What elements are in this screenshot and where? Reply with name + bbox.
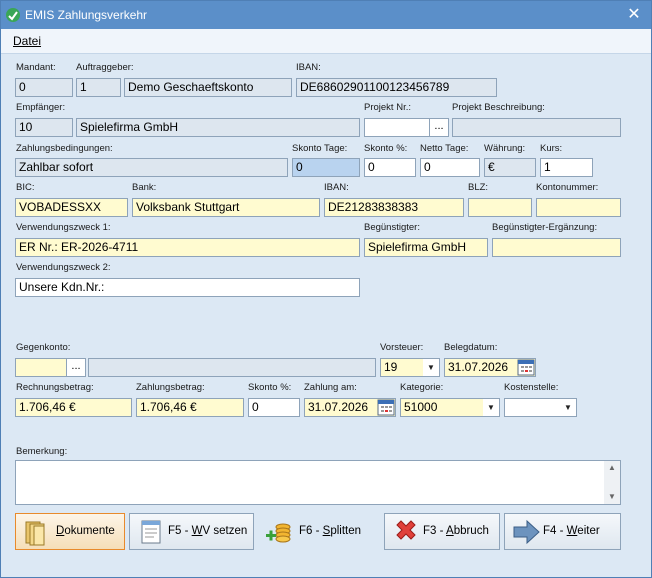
label-iban-empfaenger: IBAN: (324, 182, 349, 193)
abbruch-label: F3 - Abbruch (423, 525, 489, 537)
bank-field[interactable]: Volksbank Stuttgart (132, 198, 320, 217)
zahlung-am-calendar-icon[interactable] (377, 399, 395, 416)
rechnungsbetrag-field[interactable]: 1.706,46 € (15, 398, 132, 417)
label-kurs: Kurs: (540, 143, 563, 154)
splitten-label: F6 - Splitten (299, 525, 361, 537)
belegdatum-calendar-icon[interactable] (517, 359, 535, 376)
bemerkung-textarea[interactable]: ▲ ▼ (15, 460, 621, 505)
bemerkung-scrollbar[interactable]: ▲ ▼ (604, 461, 620, 504)
netto-tage-field[interactable]: 0 (420, 158, 480, 177)
empfaenger-iban-field[interactable]: DE21283838383 (324, 198, 464, 217)
weiter-button[interactable]: F4 - Weiter (504, 513, 621, 550)
label-mandant: Mandant: (16, 62, 56, 73)
gegenkonto-lookup-button[interactable]: ... (66, 358, 86, 377)
label-empfaenger: Empfänger: (16, 102, 66, 113)
empfaenger-nr-field[interactable]: 10 (15, 118, 73, 137)
scroll-down-icon[interactable]: ▼ (604, 490, 620, 504)
coins-icon (266, 523, 291, 543)
weiter-label: F4 - Weiter (543, 525, 600, 537)
label-kontonummer: Kontonummer: (536, 182, 599, 193)
scroll-up-icon[interactable]: ▲ (604, 461, 620, 475)
waehrung-field[interactable]: € (484, 158, 536, 177)
menu-bar: Datei (1, 29, 651, 54)
label-projekt-nr: Projekt Nr.: (364, 102, 411, 113)
label-blz: BLZ: (468, 182, 489, 193)
projekt-beschreibung-field[interactable] (452, 118, 621, 137)
label-netto-tage: Netto Tage: (420, 143, 469, 154)
label-beguenstigter: Begünstigter: (364, 222, 420, 233)
label-zahlung-am: Zahlung am: (304, 382, 357, 393)
title-bar: EMIS Zahlungsverkehr ✕ (1, 1, 651, 29)
label-skonto-prozent: Skonto %: (364, 143, 408, 154)
label-verwendungszweck-1: Verwendungszweck 1: (16, 222, 111, 233)
label-kategorie: Kategorie: (400, 382, 444, 393)
main-window: EMIS Zahlungsverkehr ✕ Datei Mandant: Au… (0, 0, 652, 578)
empfaenger-name-field[interactable]: Spielefirma GmbH (76, 118, 360, 137)
label-skonto-prozent-2: Skonto %: (248, 382, 292, 393)
skonto-prozent-2-field[interactable]: 0 (248, 398, 300, 417)
wv-setzen-button[interactable]: F5 - WV setzen (129, 513, 254, 550)
blz-field[interactable] (468, 198, 532, 217)
label-bank: Bank: (132, 182, 157, 193)
projekt-nr-field[interactable] (364, 118, 430, 137)
label-gegenkonto: Gegenkonto: (16, 342, 71, 353)
kategorie-dropdown-icon[interactable]: ▼ (483, 399, 499, 416)
window-title: EMIS Zahlungsverkehr (25, 8, 148, 22)
zahlungsbedingungen-field[interactable]: Zahlbar sofort (15, 158, 288, 177)
label-beguenstigter-ergaenzung: Begünstigter-Ergänzung: (492, 222, 598, 233)
label-verwendungszweck-2: Verwendungszweck 2: (16, 262, 111, 273)
gegenkonto-name-field[interactable] (88, 358, 376, 377)
label-rechnungsbetrag: Rechnungsbetrag: (16, 382, 94, 393)
menu-datei[interactable]: Datei (13, 34, 41, 48)
arrow-right-icon (513, 519, 540, 545)
dokumente-label: Dokumente (56, 525, 115, 537)
wv-setzen-label: F5 - WV setzen (168, 525, 248, 537)
beguenstigter-ergaenzung-field[interactable] (492, 238, 621, 257)
app-icon (6, 8, 20, 22)
gegenkonto-nr-field[interactable] (15, 358, 67, 377)
abbruch-button[interactable]: F3 - Abbruch (384, 513, 500, 550)
label-skonto-tage: Skonto Tage: (292, 143, 348, 154)
dokumente-button[interactable]: Dokumente (15, 513, 125, 550)
vorsteuer-dropdown-icon[interactable]: ▼ (423, 359, 439, 376)
label-bic: BIC: (16, 182, 35, 193)
red-x-icon (396, 520, 416, 540)
kontonummer-field[interactable] (536, 198, 621, 217)
splitten-button[interactable]: F6 - Splitten (258, 513, 380, 550)
beguenstigter-field[interactable]: Spielefirma GmbH (364, 238, 488, 257)
auftraggeber-nr-field[interactable]: 1 (76, 78, 121, 97)
projekt-lookup-button[interactable]: ... (429, 118, 449, 137)
close-icon[interactable]: ✕ (623, 4, 645, 26)
skonto-prozent-field[interactable]: 0 (364, 158, 416, 177)
verwendungszweck-2-field[interactable]: Unsere Kdn.Nr.: (15, 278, 360, 297)
auftraggeber-name-field[interactable]: Demo Geschaeftskonto (124, 78, 292, 97)
label-belegdatum: Belegdatum: (444, 342, 498, 353)
kostenstelle-dropdown-icon[interactable]: ▼ (560, 399, 576, 416)
label-zahlungsbedingungen: Zahlungsbedingungen: (16, 143, 113, 154)
label-auftraggeber: Auftraggeber: (76, 62, 134, 73)
bic-field[interactable]: VOBADESSXX (15, 198, 128, 217)
calendar-note-icon (141, 520, 161, 544)
label-projekt-beschreibung: Projekt Beschreibung: (452, 102, 545, 113)
label-iban-auftraggeber: IBAN: (296, 62, 321, 73)
label-waehrung: Währung: (484, 143, 526, 154)
verwendungszweck-1-field[interactable]: ER Nr.: ER-2026-4711 (15, 238, 360, 257)
mandant-field[interactable]: 0 (15, 78, 73, 97)
label-bemerkung: Bemerkung: (16, 446, 68, 457)
label-vorsteuer: Vorsteuer: (380, 342, 424, 353)
folder-icon (25, 521, 45, 546)
kurs-field[interactable]: 1 (540, 158, 593, 177)
label-kostenstelle: Kostenstelle: (504, 382, 559, 393)
skonto-tage-field[interactable]: 0 (292, 158, 360, 177)
auftraggeber-iban-field[interactable]: DE68602901100123456789 (296, 78, 497, 97)
zahlungsbetrag-field[interactable]: 1.706,46 € (136, 398, 244, 417)
label-zahlungsbetrag: Zahlungsbetrag: (136, 382, 205, 393)
